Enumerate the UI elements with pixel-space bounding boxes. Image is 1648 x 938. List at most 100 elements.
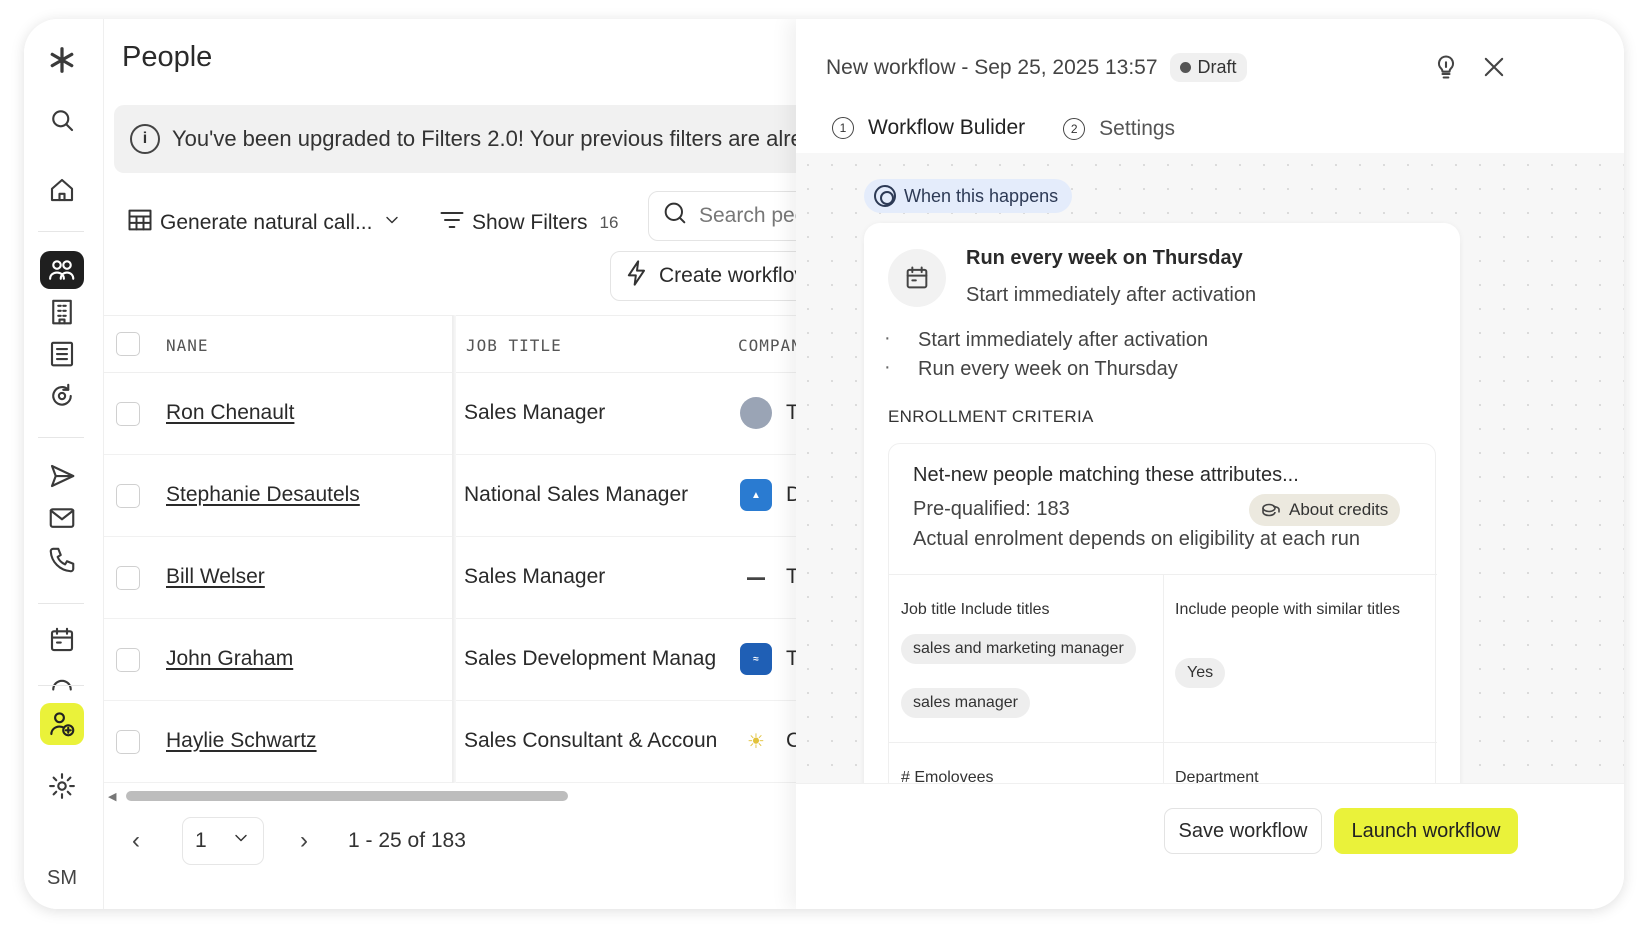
asterisk-logo-icon[interactable] [40,41,84,79]
workflow-footer: Save workflow Launch workflow [796,783,1624,909]
people-table: NANE JOB TITLE COMPAN Ron Chenault Sales… [104,315,844,783]
workflow-title[interactable]: New workflow - Sep 25, 2025 13:57 [826,56,1158,80]
show-filters-label: Show Filters [472,211,588,234]
column-header-job-title[interactable]: JOB TITLE [466,336,562,355]
about-credits-button[interactable]: About credits [1249,494,1401,526]
filters-count: 16 [599,213,619,232]
view-label: Generate natural call... [160,211,373,234]
table-row[interactable]: Stephanie Desautels National Sales Manag… [104,455,844,537]
company-logo: ▬▬ [740,561,772,593]
page-select[interactable]: 1 [182,817,264,865]
job-title-label: Job title Include titles [901,601,1050,618]
home-icon[interactable] [40,171,84,209]
divider [1163,574,1164,783]
job-title-cell: Sales Consultant & Accoun [464,729,718,752]
launch-workflow-button[interactable]: Launch workflow [1334,808,1518,854]
similar-titles-chip[interactable]: Yes [1175,658,1226,688]
chevron-down-icon [231,828,251,854]
tab-settings[interactable]: 2 Settings [1057,103,1181,155]
people-icon[interactable] [40,251,84,289]
banner-text: You've been upgraded to Filters 2.0! You… [172,126,839,151]
row-checkbox[interactable] [116,484,140,508]
job-title-chip[interactable]: sales manager [901,688,1030,718]
rail-divider [38,437,84,438]
column-header-name[interactable]: NANE [166,336,209,355]
person-name-link[interactable]: Ron Chenault [166,401,294,425]
workflow-canvas[interactable]: When this happens Run every week on Thur… [796,153,1624,783]
criteria-box: Net-new people matching these attributes… [888,443,1437,783]
user-add-icon[interactable] [40,703,84,745]
similar-titles-label: Include people with similar titles [1175,601,1400,618]
tab-number: 2 [1063,118,1086,140]
building-icon[interactable] [40,293,84,331]
gear-icon[interactable] [40,767,84,805]
list-item: Run every week on Thursday [884,356,1208,387]
schedule-bullets: Start immediately after activation Run e… [884,327,1208,387]
app-window: SM People i You've been upgraded to Filt… [24,19,1624,909]
lightning-icon [623,259,651,293]
lightbulb-icon[interactable] [1430,51,1462,83]
select-all-checkbox[interactable] [116,332,140,356]
rail-divider [38,231,84,232]
phone-icon[interactable] [40,541,84,579]
calendar-icon[interactable] [40,621,84,659]
prev-page-icon[interactable]: ‹ [132,827,140,855]
avatar[interactable]: SM [40,867,84,890]
refresh-icon[interactable] [40,377,84,415]
table-row[interactable]: John Graham Sales Development Manag ≈ Tı [104,619,844,701]
upgrade-banner: i You've been upgraded to Filters 2.0! Y… [114,105,854,173]
status-dot-icon [1179,62,1191,73]
tab-number: 1 [832,117,854,139]
job-title-cell: Sales Manager [464,565,606,588]
list-icon[interactable] [40,335,84,373]
company-logo: ▲ [740,479,772,511]
prequalified-count: Pre-qualified: 183 [913,498,1070,520]
row-checkbox[interactable] [116,566,140,590]
person-name-link[interactable]: Haylie Schwartz [166,729,317,753]
employees-label: # Emolovees [901,769,994,783]
row-checkbox[interactable] [116,402,140,426]
page-range: 1 - 25 of 183 [348,829,466,852]
save-workflow-button[interactable]: Save workflow [1164,808,1322,854]
scroll-left-icon[interactable]: ◀ [108,790,116,803]
trigger-pill[interactable]: When this happens [864,179,1073,213]
search-icon[interactable] [40,101,84,139]
job-title-chip[interactable]: sales and marketing manager [901,634,1136,664]
table-row[interactable]: Bill Welser Sales Manager ▬▬ Tc [104,537,844,619]
send-icon[interactable] [40,457,84,495]
company-logo [740,397,772,429]
view-selector[interactable]: Generate natural call... [126,199,402,247]
table-icon [126,206,154,240]
loop-icon[interactable] [40,663,84,701]
person-name-link[interactable]: Bill Welser [166,565,265,589]
search-placeholder: Search peo [699,204,807,227]
row-checkbox[interactable] [116,648,140,672]
show-filters-button[interactable]: Show Filters 16 [438,199,618,247]
tab-workflow-builder[interactable]: 1 Workflow Bulider [826,103,1032,155]
person-name-link[interactable]: Stephanie Desautels [166,483,360,507]
calendar-icon [888,249,946,307]
people-panel: People i You've been upgraded to Filters… [104,19,868,909]
row-checkbox[interactable] [116,730,140,754]
table-row[interactable]: Haylie Schwartz Sales Consultant & Accou… [104,701,844,783]
horizontal-scrollbar[interactable]: ◀ [104,785,844,807]
rail-divider [38,603,84,604]
tab-label: Settings [1099,117,1176,140]
table-row[interactable]: Ron Chenault Sales Manager Tc [104,373,844,455]
person-name-link[interactable]: John Graham [166,647,293,671]
coins-icon [1262,503,1280,517]
next-page-icon[interactable]: › [300,827,308,855]
column-header-company[interactable]: COMPAN [738,336,802,355]
company-logo: ≈ [740,643,772,675]
column-divider[interactable] [452,315,456,783]
job-title-cell: Sales Development Manag [464,647,717,670]
pagination: ‹ 1 › 1 - 25 of 183 [104,817,844,869]
mail-icon[interactable] [40,499,84,537]
search-icon [661,199,689,233]
trigger-card[interactable]: Run every week on Thursday Start immedia… [864,223,1460,783]
schedule-subtitle: Start immediately after activation [966,284,1257,306]
rail-divider [38,685,84,686]
job-title-cell: National Sales Manager [464,483,689,506]
close-icon[interactable] [1478,51,1510,83]
scrollbar-thumb[interactable] [126,791,568,801]
